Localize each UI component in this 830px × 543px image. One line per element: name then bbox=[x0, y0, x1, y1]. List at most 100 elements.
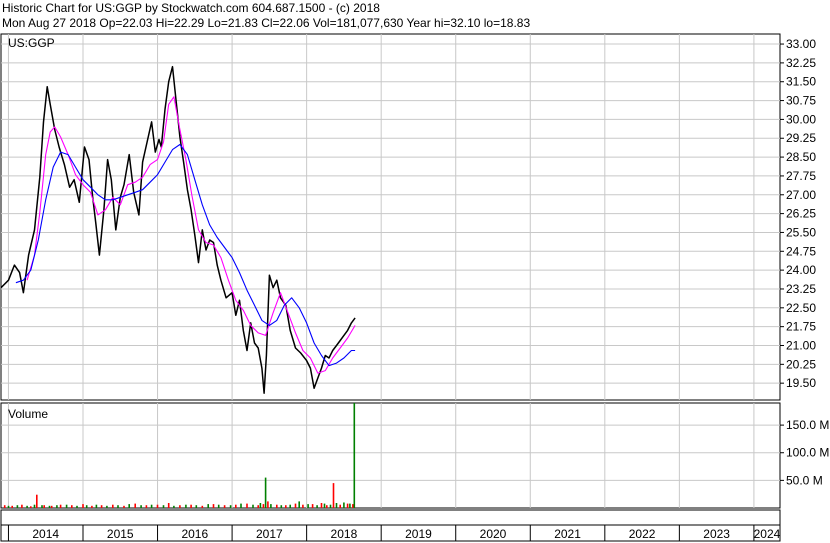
volume-bar bbox=[33, 504, 36, 508]
volume-bar bbox=[323, 503, 326, 508]
volume-bar bbox=[173, 505, 175, 508]
x-tick-label: 2023 bbox=[703, 527, 730, 541]
volume-bar bbox=[240, 503, 242, 508]
x-axis: 2014 2015 2016 2017 2018 2019 2020 2021 2022 2023… bbox=[0, 509, 781, 542]
x-tick-label: 2022 bbox=[629, 527, 656, 541]
volume-bar bbox=[352, 504, 354, 508]
volume-bar bbox=[190, 504, 192, 508]
price-y-tick-label: 31.50 bbox=[786, 75, 816, 89]
x-tick-label: 2018 bbox=[331, 527, 358, 541]
volume-bar bbox=[3, 505, 6, 508]
x-tick-label: 2024 bbox=[754, 527, 781, 541]
volume-bar bbox=[262, 504, 265, 508]
volume-panel: 150.0 M 100.0 M 50.0 M Volume bbox=[0, 402, 829, 509]
stock-chart: 33.00 32.25 31.50 30.75 30.00 29.25 28.50 27.75… bbox=[0, 33, 829, 542]
volume-bar bbox=[71, 505, 73, 508]
volume-bar bbox=[16, 505, 19, 508]
volume-y-axis-labels: 150.0 M 100.0 M 50.0 M bbox=[780, 418, 829, 487]
volume-bar bbox=[65, 504, 68, 508]
volume-bar bbox=[85, 505, 88, 508]
volume-bar bbox=[298, 501, 300, 508]
volume-bar bbox=[257, 505, 259, 508]
volume-bar bbox=[353, 403, 356, 508]
volume-bar bbox=[48, 505, 51, 508]
x-tick-label: 2016 bbox=[181, 527, 208, 541]
price-y-tick-label: 22.50 bbox=[786, 301, 816, 315]
volume-bar bbox=[246, 503, 248, 508]
volume-bar bbox=[30, 506, 32, 508]
volume-bar bbox=[311, 504, 314, 508]
volume-bar bbox=[43, 505, 45, 508]
volume-bar bbox=[195, 505, 198, 508]
volume-bar bbox=[128, 504, 130, 508]
volume-bar bbox=[134, 503, 136, 508]
volume-bar bbox=[140, 505, 142, 508]
volume-bar bbox=[326, 505, 328, 508]
volume-bar bbox=[252, 504, 254, 508]
volume-bar bbox=[21, 504, 23, 508]
volume-y-tick-label: 150.0 M bbox=[786, 418, 829, 432]
price-y-tick-label: 24.00 bbox=[786, 263, 816, 277]
volume-y-tick-label: 50.0 M bbox=[786, 473, 823, 487]
price-y-tick-label: 30.00 bbox=[786, 112, 816, 126]
volume-bar bbox=[36, 494, 38, 508]
volume-bar bbox=[285, 505, 287, 508]
volume-bar bbox=[335, 503, 338, 508]
x-tick-label: 2021 bbox=[554, 527, 581, 541]
x-tick-label: 2019 bbox=[405, 527, 432, 541]
volume-bar bbox=[59, 504, 62, 508]
price-panel: 33.00 32.25 31.50 30.75 30.00 29.25 28.50 27.75… bbox=[0, 33, 816, 401]
price-y-tick-label: 33.00 bbox=[786, 37, 816, 51]
volume-bar bbox=[100, 505, 103, 508]
volume-bar bbox=[95, 504, 98, 508]
price-y-tick-label: 20.25 bbox=[786, 357, 816, 371]
volume-bar bbox=[217, 504, 220, 508]
volume-bar bbox=[229, 505, 232, 508]
volume-bar bbox=[349, 503, 351, 508]
volume-bar bbox=[280, 505, 283, 508]
volume-bar bbox=[267, 501, 269, 508]
volume-chart-title: Volume bbox=[8, 407, 48, 421]
price-y-tick-label: 27.75 bbox=[786, 169, 816, 183]
volume-bar bbox=[212, 504, 215, 508]
volume-bar bbox=[302, 504, 304, 508]
volume-bar bbox=[207, 504, 209, 508]
volume-bar bbox=[91, 505, 93, 508]
volume-bar bbox=[289, 504, 291, 508]
volume-bar bbox=[117, 505, 119, 508]
volume-bar bbox=[167, 503, 170, 508]
price-y-axis-labels: 33.00 32.25 31.50 30.75 30.00 29.25 28.50 27.75… bbox=[780, 37, 816, 390]
x-tick-label: 2017 bbox=[256, 527, 283, 541]
volume-bar bbox=[162, 505, 165, 508]
price-y-tick-label: 29.25 bbox=[786, 131, 816, 145]
volume-bar bbox=[270, 504, 272, 508]
volume-bar bbox=[332, 483, 335, 508]
volume-bar bbox=[346, 503, 349, 508]
volume-bar bbox=[156, 504, 159, 508]
volume-bar bbox=[11, 505, 13, 508]
volume-bar bbox=[112, 504, 114, 508]
volume-bar bbox=[145, 505, 148, 508]
volume-bar bbox=[259, 503, 262, 508]
volume-y-tick-label: 100.0 M bbox=[786, 446, 829, 460]
volume-bar bbox=[150, 504, 153, 508]
volume-bar bbox=[276, 504, 278, 508]
volume-bar bbox=[320, 503, 323, 508]
volume-bar bbox=[123, 505, 125, 508]
price-y-tick-label: 23.25 bbox=[786, 282, 816, 296]
price-chart-title: US:GGP bbox=[8, 36, 55, 50]
x-tick-label: 2015 bbox=[107, 527, 134, 541]
price-y-tick-label: 21.00 bbox=[786, 338, 816, 352]
x-tick-label: 2014 bbox=[32, 527, 59, 541]
volume-bar bbox=[307, 504, 309, 508]
price-y-tick-label: 27.00 bbox=[786, 188, 816, 202]
volume-bar bbox=[329, 504, 332, 508]
volume-bar bbox=[179, 505, 181, 508]
volume-bar bbox=[82, 504, 84, 508]
volume-bar bbox=[56, 505, 58, 508]
volume-bar bbox=[264, 477, 267, 508]
price-y-tick-label: 19.50 bbox=[786, 376, 816, 390]
volume-bar bbox=[106, 505, 108, 508]
price-y-tick-label: 26.25 bbox=[786, 207, 816, 221]
volume-bar bbox=[26, 505, 28, 508]
